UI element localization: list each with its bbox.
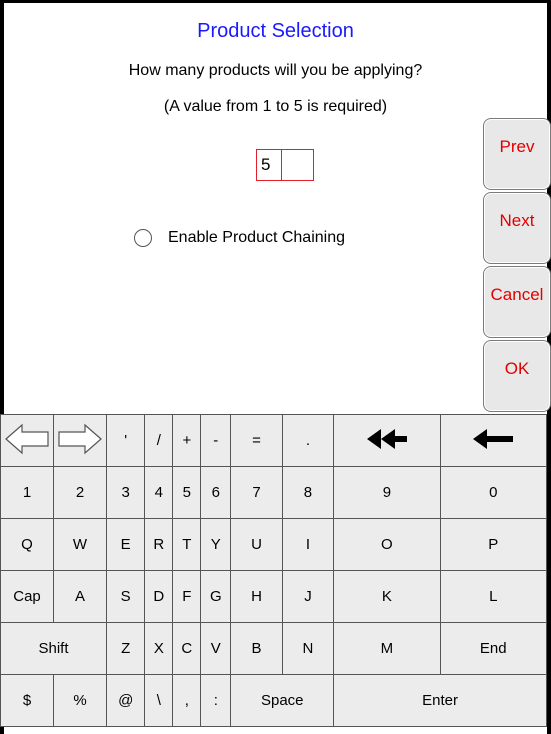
key-apostrophe[interactable]: ' <box>105 414 146 467</box>
key-e[interactable]: E <box>105 518 146 571</box>
key-clear-all-icon[interactable] <box>333 414 441 467</box>
product-chaining-option[interactable]: Enable Product Chaining <box>134 229 345 247</box>
key-v[interactable]: V <box>200 622 232 675</box>
key-end[interactable]: End <box>439 622 548 675</box>
key-o[interactable]: O <box>333 518 441 571</box>
key-6[interactable]: 6 <box>200 466 232 519</box>
key-backslash[interactable]: \ <box>144 674 174 727</box>
key-1[interactable]: 1 <box>0 466 54 519</box>
key-w[interactable]: W <box>53 518 107 571</box>
key-k[interactable]: K <box>333 570 441 623</box>
key-shift[interactable]: Shift <box>0 622 107 675</box>
cancel-button[interactable]: Cancel <box>483 266 551 338</box>
key-g[interactable]: G <box>200 570 232 623</box>
key-period[interactable]: . <box>281 414 335 467</box>
chaining-label: Enable Product Chaining <box>168 229 346 246</box>
key-space[interactable]: Space <box>230 674 335 727</box>
page-title: Product Selection <box>197 20 354 42</box>
key-backspace-icon[interactable] <box>439 414 548 467</box>
key-left-arrow-icon[interactable] <box>0 414 54 467</box>
key-a[interactable]: A <box>53 570 107 623</box>
input-cursor-area <box>282 150 313 180</box>
key-2[interactable]: 2 <box>53 466 107 519</box>
next-button[interactable]: Next <box>483 192 551 264</box>
key-z[interactable]: Z <box>105 622 146 675</box>
ok-button[interactable]: OK <box>483 340 551 412</box>
key-slash[interactable]: / <box>144 414 174 467</box>
hint-text: (A value from 1 to 5 is required) <box>163 98 388 115</box>
key-p[interactable]: P <box>439 518 548 571</box>
key-enter[interactable]: Enter <box>333 674 547 727</box>
key-x[interactable]: X <box>144 622 174 675</box>
key-8[interactable]: 8 <box>281 466 335 519</box>
key-f[interactable]: F <box>172 570 202 623</box>
key-dollar[interactable]: $ <box>0 674 54 727</box>
key-plus[interactable]: + <box>172 414 202 467</box>
key-c[interactable]: C <box>172 622 202 675</box>
key-r[interactable]: R <box>144 518 174 571</box>
key-minus[interactable]: - <box>200 414 232 467</box>
key-at[interactable]: @ <box>105 674 146 727</box>
key-t[interactable]: T <box>172 518 202 571</box>
key-j[interactable]: J <box>281 570 335 623</box>
product-count-input[interactable]: 5 <box>256 149 314 181</box>
key-s[interactable]: S <box>105 570 146 623</box>
key-3[interactable]: 3 <box>105 466 146 519</box>
key-h[interactable]: H <box>230 570 283 623</box>
key-right-arrow-icon[interactable] <box>53 414 107 467</box>
chaining-radio[interactable] <box>134 229 152 247</box>
product-count-value: 5 <box>257 150 282 180</box>
key-7[interactable]: 7 <box>230 466 283 519</box>
key-percent[interactable]: % <box>53 674 107 727</box>
key-n[interactable]: N <box>281 622 335 675</box>
key-i[interactable]: I <box>281 518 335 571</box>
key-q[interactable]: Q <box>0 518 54 571</box>
key-m[interactable]: M <box>333 622 441 675</box>
key-0[interactable]: 0 <box>439 466 548 519</box>
key-u[interactable]: U <box>230 518 283 571</box>
question-text: How many products will you be applying? <box>128 62 423 79</box>
key-caps[interactable]: Cap <box>0 570 54 623</box>
on-screen-keyboard: ' / + - = . 1 2 3 4 5 6 7 8 9 0 Q W E R … <box>0 414 548 727</box>
key-b[interactable]: B <box>230 622 283 675</box>
key-comma[interactable]: , <box>172 674 202 727</box>
key-5[interactable]: 5 <box>172 466 202 519</box>
key-d[interactable]: D <box>144 570 174 623</box>
key-colon[interactable]: : <box>200 674 232 727</box>
key-l[interactable]: L <box>439 570 548 623</box>
key-4[interactable]: 4 <box>144 466 174 519</box>
key-9[interactable]: 9 <box>333 466 441 519</box>
key-y[interactable]: Y <box>200 518 232 571</box>
frame-top <box>0 0 551 3</box>
key-equals[interactable]: = <box>230 414 283 467</box>
prev-button[interactable]: Prev <box>483 118 551 190</box>
